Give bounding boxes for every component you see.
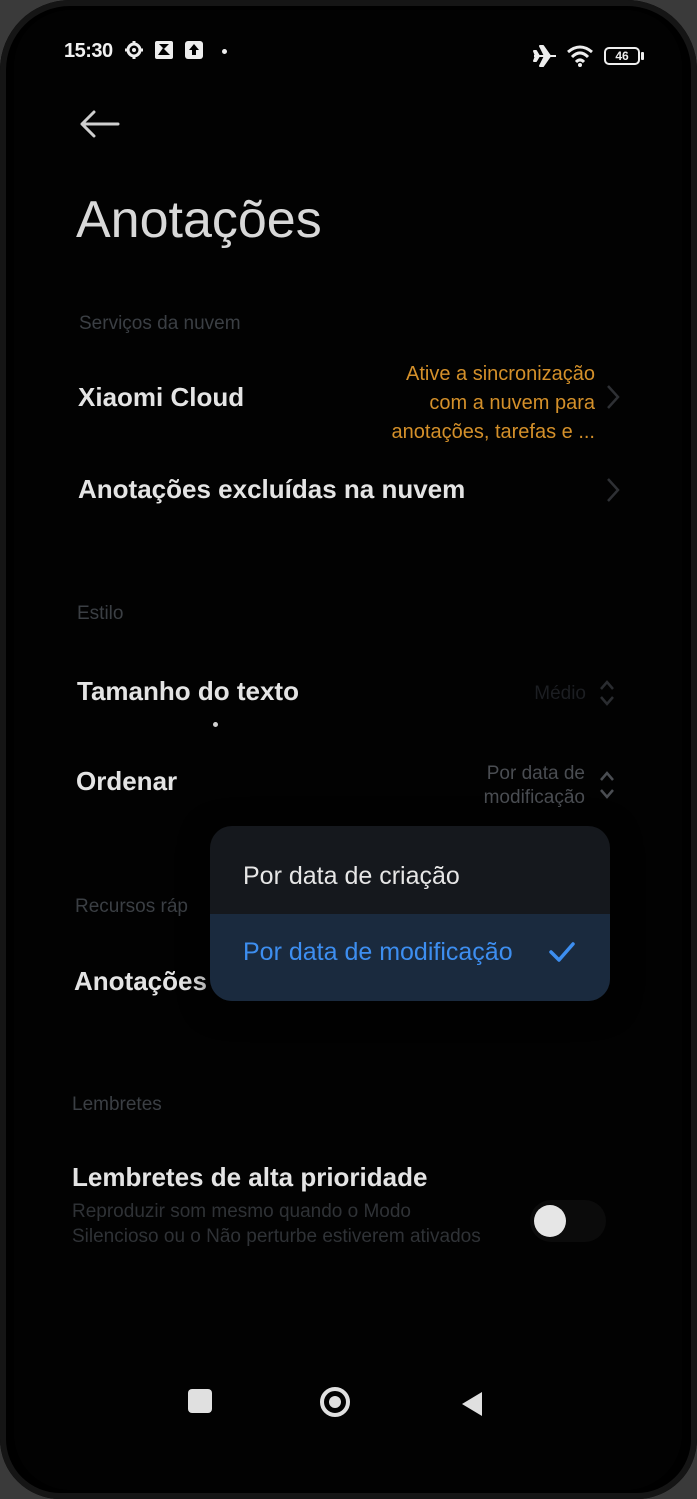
recents-square-icon[interactable] <box>188 1389 212 1413</box>
up-down-chevron-icon <box>598 768 616 807</box>
deleted-notes-label: Anotações excluídas na nuvem <box>78 474 466 504</box>
page-title: Anotações <box>76 191 322 249</box>
xiaomi-cloud-label: Xiaomi Cloud <box>78 382 245 412</box>
chevron-right-icon <box>606 477 620 510</box>
sort-value-line1: Por data de <box>486 763 585 784</box>
checkmark-icon <box>548 940 576 969</box>
sync-hint: Ative a sincronização com a nuvem para a… <box>335 360 595 447</box>
high-priority-label: Lembretes de alta prioridade <box>72 1162 428 1192</box>
status-time: 15:30 <box>64 40 113 62</box>
section-heading-reminders: Lembretes <box>72 1094 162 1115</box>
sort-label: Ordenar <box>76 766 178 796</box>
up-down-chevron-icon <box>598 678 616 713</box>
sync-hint-line3: anotações, tarefas e ... <box>391 421 595 443</box>
menu-option-creation-date[interactable]: Por data de criação <box>210 838 610 918</box>
sort-value: Por data de modificação <box>420 762 585 810</box>
text-size-value: Médio <box>534 683 586 704</box>
toggle-knob <box>534 1205 566 1237</box>
back-triangle-icon[interactable] <box>460 1390 484 1418</box>
home-circle-icon[interactable] <box>319 1386 351 1418</box>
back-arrow-icon[interactable] <box>78 106 122 142</box>
touch-dot <box>213 722 218 727</box>
section-heading-quick: Recursos ráp <box>75 896 188 917</box>
airplane-icon <box>532 44 558 73</box>
sync-hint-line1: Ative a sincronização <box>406 363 595 385</box>
menu-option-label: Por data de modificação <box>243 938 513 966</box>
chevron-right-icon <box>606 384 620 417</box>
battery-icon: 46 <box>604 47 640 65</box>
upload-icon <box>184 40 204 60</box>
high-priority-description: Reproduzir som mesmo quando o Modo Silen… <box>72 1201 481 1247</box>
battery-level: 46 <box>615 49 629 63</box>
menu-option-label: Por data de criação <box>243 862 460 890</box>
text-size-label: Tamanho do texto <box>77 676 299 706</box>
high-priority-toggle[interactable] <box>530 1200 606 1242</box>
quick-notes-label[interactable]: Anotações <box>74 966 207 997</box>
wifi-icon <box>566 44 594 73</box>
battery-tip <box>641 52 644 60</box>
sync-hint-line2: com a nuvem para <box>429 392 595 414</box>
phone-frame: 15:30 46 Anotações Serviços da nuvem Xia… <box>0 0 697 1499</box>
settings-gear-icon <box>124 40 144 60</box>
sort-dropdown-menu: Por data de criação Por data de modifica… <box>210 826 610 1001</box>
menu-option-modification-date[interactable]: Por data de modificação <box>210 914 610 1001</box>
sort-value-line2: modificação <box>483 787 585 808</box>
dot-icon <box>222 49 227 54</box>
section-heading-style: Estilo <box>77 603 124 624</box>
gallery-icon <box>154 40 174 60</box>
section-heading-cloud: Serviços da nuvem <box>79 313 241 334</box>
